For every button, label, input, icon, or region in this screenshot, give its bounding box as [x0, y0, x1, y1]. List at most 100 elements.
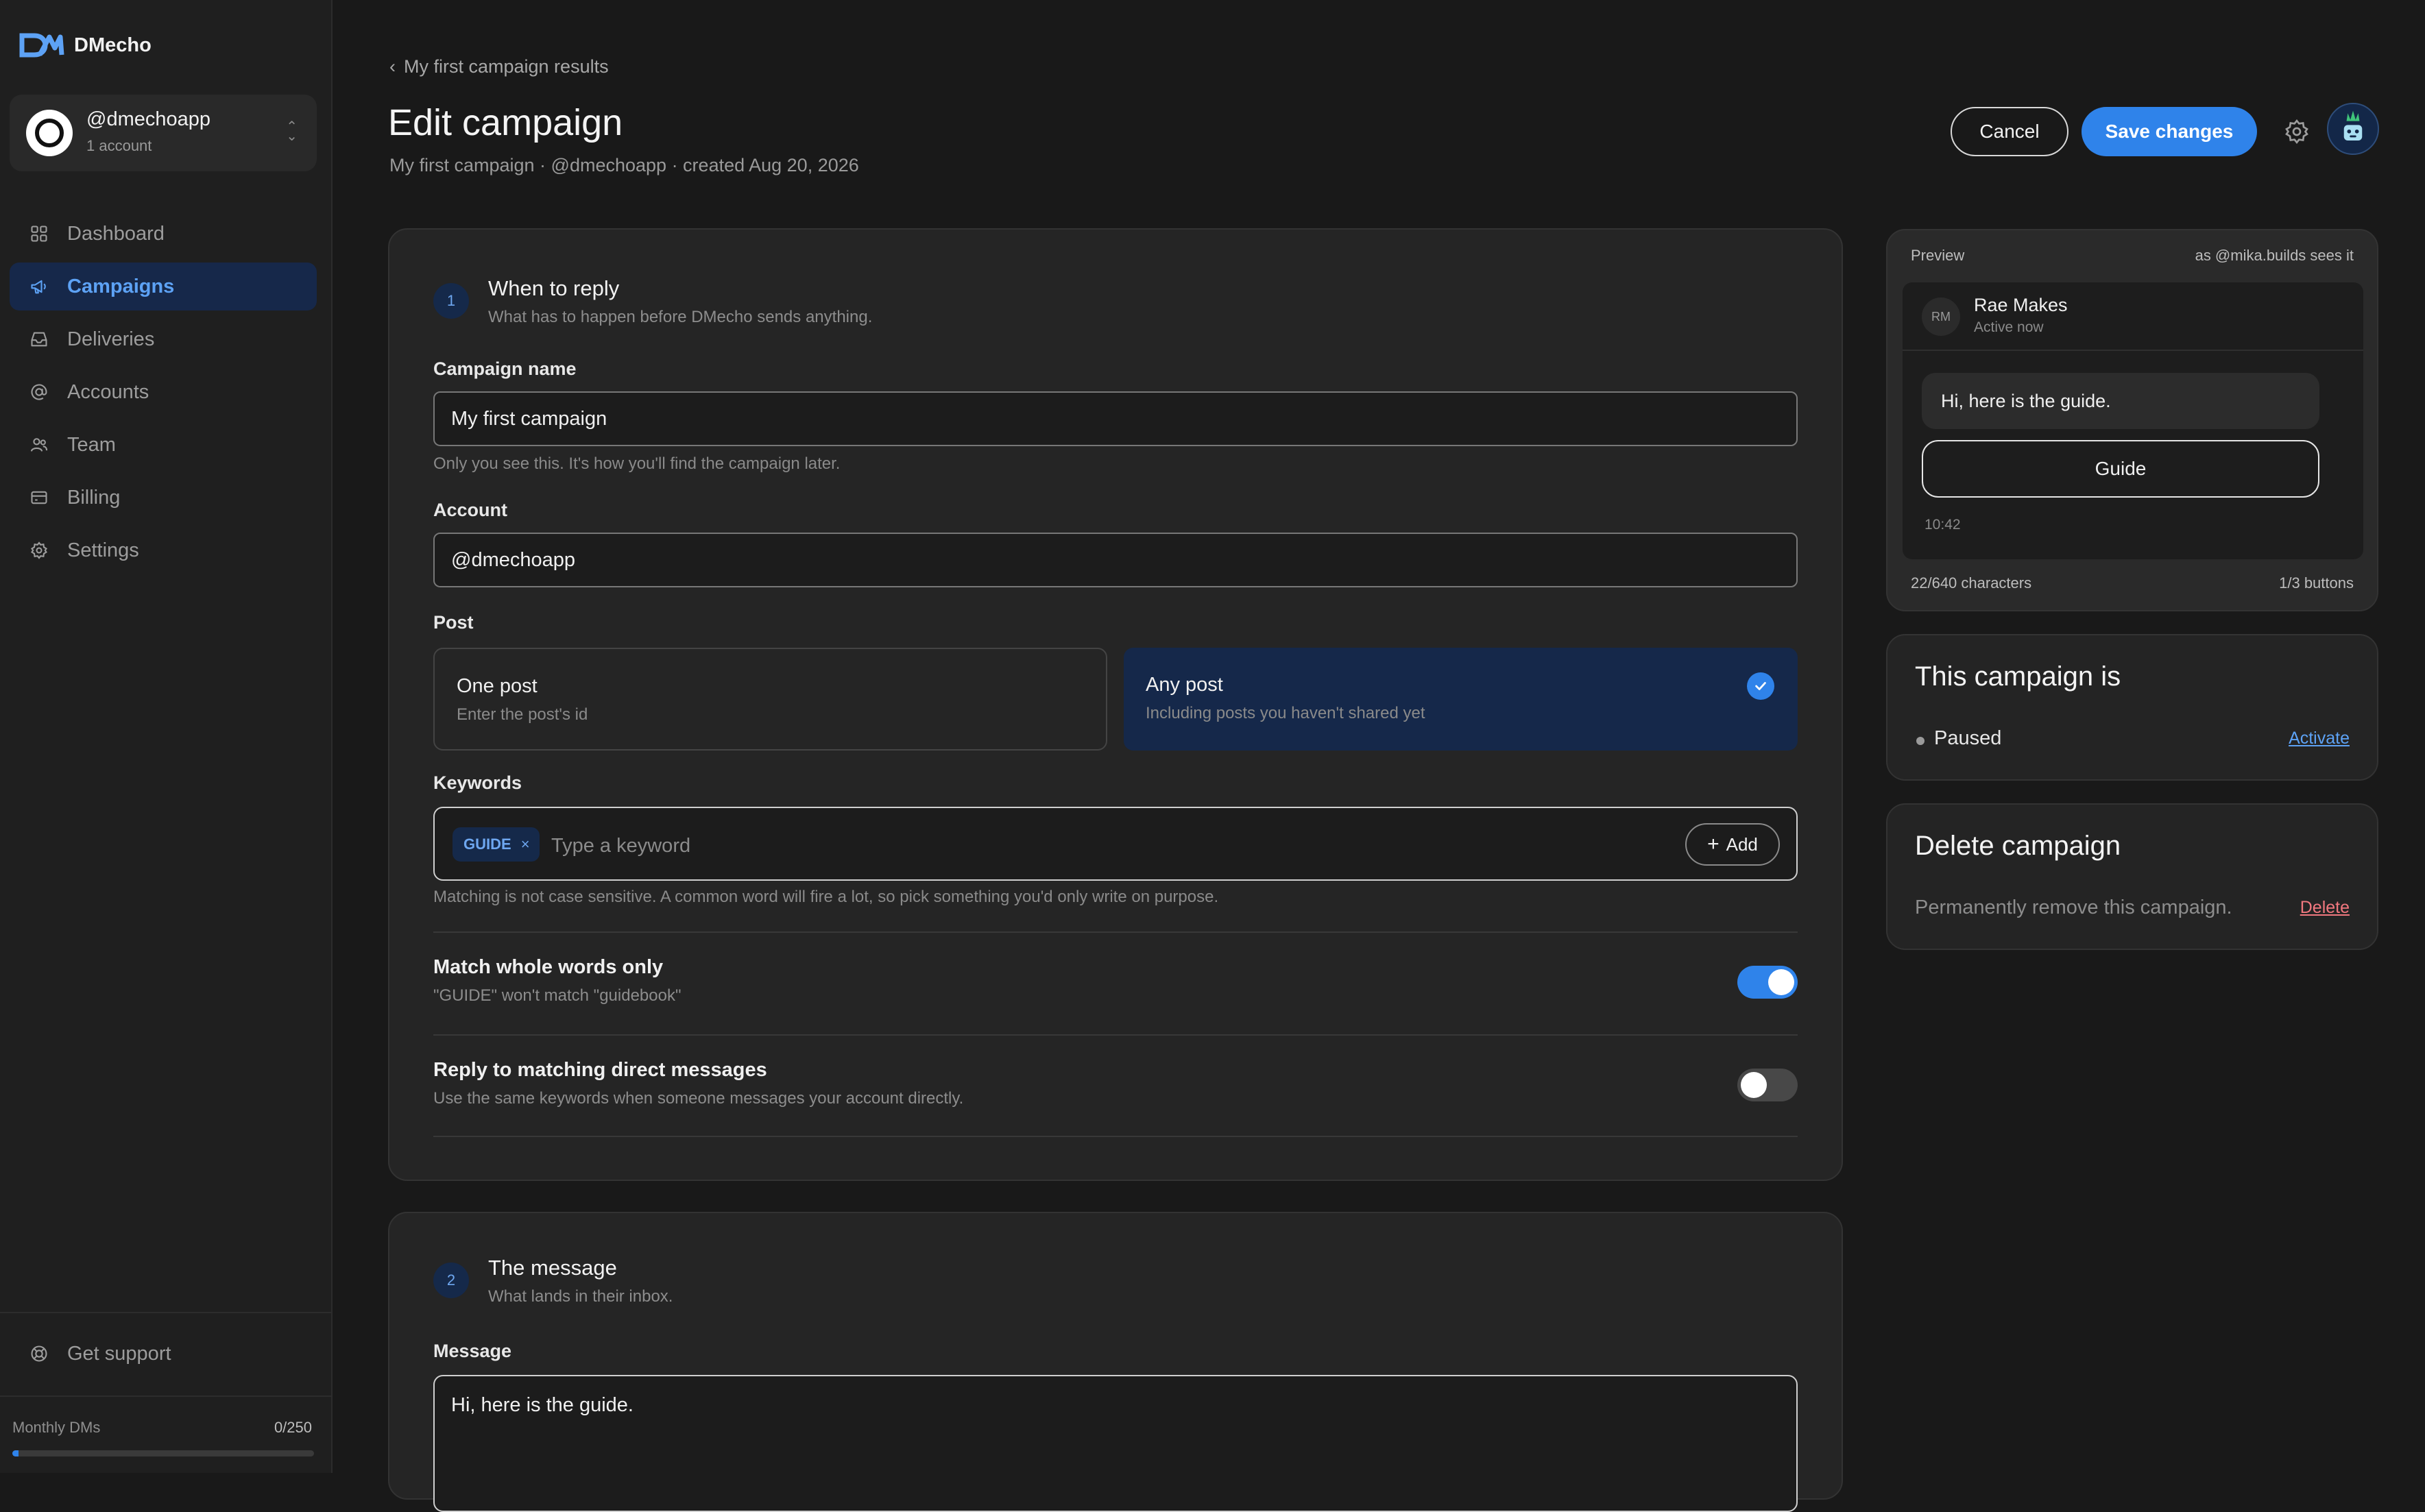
- step-number-badge: 2: [433, 1263, 469, 1298]
- activate-link[interactable]: Activate: [2289, 729, 2350, 748]
- account-label: Account: [433, 500, 507, 520]
- campaign-name-help: Only you see this. It's how you'll find …: [433, 454, 841, 473]
- preview-conversation: RM Rae Makes Active now Hi, here is the …: [1903, 282, 2363, 559]
- brand[interactable]: DMecho: [19, 32, 152, 59]
- step-title: The message: [488, 1256, 617, 1280]
- step-title: When to reply: [488, 276, 620, 300]
- campaign-name-input[interactable]: My first campaign: [433, 391, 1798, 446]
- toggle-knob: [1768, 969, 1794, 995]
- page-title: Edit campaign: [388, 102, 623, 143]
- delete-card-description: Permanently remove this campaign.: [1915, 897, 2232, 918]
- status-card-title: This campaign is: [1915, 661, 2121, 692]
- account-handle: @dmechoapp: [86, 108, 210, 130]
- contact-name: Rae Makes: [1974, 295, 2068, 315]
- message-label: Message: [433, 1341, 512, 1361]
- step-number-badge: 1: [433, 283, 469, 319]
- sidebar-item-label: Dashboard: [67, 222, 165, 245]
- breadcrumb[interactable]: ‹ My first campaign results: [389, 56, 609, 77]
- plus-icon: +: [1707, 833, 1720, 855]
- users-icon: [29, 435, 49, 455]
- status-badge: Paused: [1934, 727, 2002, 749]
- megaphone-icon: [29, 276, 49, 297]
- add-keyword-label: Add: [1726, 833, 1758, 855]
- keywords-field[interactable]: GUIDE × + Add: [433, 807, 1798, 881]
- add-keyword-button[interactable]: + Add: [1685, 823, 1780, 866]
- post-option-any-post[interactable]: Any post Including posts you haven't sha…: [1124, 648, 1798, 751]
- delete-campaign-card: Delete campaign Permanently remove this …: [1886, 803, 2378, 950]
- sidebar-divider: [0, 1312, 333, 1313]
- message-textarea[interactable]: Hi, here is the guide.: [433, 1375, 1798, 1512]
- reply-direct-messages-toggle[interactable]: [1737, 1069, 1798, 1101]
- keywords-help: Matching is not case sensitive. A common…: [433, 888, 1219, 906]
- grid-icon: [29, 223, 49, 244]
- reply-direct-messages-subtitle: Use the same keywords when someone messa…: [433, 1089, 964, 1108]
- match-whole-words-toggle[interactable]: [1737, 966, 1798, 999]
- campaign-name-label: Campaign name: [433, 358, 577, 379]
- delete-link[interactable]: Delete: [2300, 898, 2350, 918]
- post-option-subtitle: Including posts you haven't shared yet: [1146, 704, 1425, 722]
- cancel-button[interactable]: Cancel: [1951, 107, 2068, 156]
- sidebar-divider: [0, 1395, 333, 1397]
- robot-avatar-icon: [2343, 110, 2363, 141]
- sidebar-item-billing[interactable]: Billing: [10, 474, 317, 522]
- button-count: 1/3 buttons: [2279, 574, 2354, 592]
- usage-progress-fill: [12, 1450, 19, 1456]
- sidebar-item-label: Campaigns: [67, 275, 175, 297]
- sidebar-item-support[interactable]: Get support: [10, 1330, 317, 1378]
- check-circle-icon: [1747, 672, 1774, 700]
- post-option-subtitle: Enter the post's id: [457, 705, 588, 724]
- divider: [433, 931, 1798, 933]
- campaign-status-card: This campaign is Paused Activate: [1886, 634, 2378, 781]
- account-count: 1 account: [86, 137, 152, 154]
- status-dot: [1916, 737, 1925, 745]
- post-option-title: Any post: [1146, 674, 1223, 696]
- close-icon[interactable]: ×: [521, 836, 530, 853]
- sidebar-item-dashboard[interactable]: Dashboard: [10, 210, 317, 258]
- match-whole-words-title: Match whole words only: [433, 956, 664, 978]
- preview-label: Preview: [1911, 247, 1965, 264]
- sidebar-nav: Dashboard Campaigns Deliveries Accounts …: [10, 210, 317, 579]
- lifebuoy-icon: [29, 1343, 49, 1364]
- dmecho-logo-icon: [19, 33, 64, 58]
- save-changes-button[interactable]: Save changes: [2082, 107, 2257, 156]
- account-select[interactable]: @dmechoapp: [433, 533, 1798, 587]
- usage-progress-bar: [12, 1450, 314, 1456]
- usage-label: Monthly DMs: [12, 1419, 101, 1436]
- post-option-one-post[interactable]: One post Enter the post's id: [433, 648, 1107, 751]
- keyword-chip-text: GUIDE: [463, 836, 511, 853]
- sidebar-item-deliveries[interactable]: Deliveries: [10, 315, 317, 363]
- sidebar-item-label: Settings: [67, 539, 139, 561]
- gear-icon[interactable]: [2283, 118, 2311, 145]
- step-subtitle: What lands in their inbox.: [488, 1287, 673, 1306]
- keyword-input[interactable]: [550, 829, 1581, 863]
- post-option-title: One post: [457, 675, 538, 697]
- message-time: 10:42: [1925, 517, 1961, 533]
- reply-direct-messages-title: Reply to matching direct messages: [433, 1059, 767, 1081]
- user-avatar[interactable]: [2327, 103, 2379, 155]
- sidebar-item-campaigns[interactable]: Campaigns: [10, 263, 317, 310]
- contact-avatar: RM: [1922, 297, 1960, 336]
- contact-status: Active now: [1974, 319, 2044, 335]
- step-when-to-reply-card: 1 When to reply What has to happen befor…: [388, 228, 1843, 1181]
- breadcrumb-label: My first campaign results: [404, 56, 609, 77]
- message-preview: Preview as @mika.builds sees it RM Rae M…: [1886, 229, 2378, 611]
- divider: [433, 1034, 1798, 1036]
- account-switcher[interactable]: @dmechoapp 1 account ⌃ ⌄: [10, 95, 317, 171]
- keyword-chip[interactable]: GUIDE ×: [453, 827, 540, 862]
- message-bubble: Hi, here is the guide.: [1922, 373, 2319, 429]
- conversation-header: RM Rae Makes Active now: [1903, 282, 2363, 351]
- credit-card-icon: [29, 487, 49, 508]
- sidebar-item-team[interactable]: Team: [10, 421, 317, 469]
- sidebar: DMecho @dmechoapp 1 account ⌃ ⌄ Dashboard…: [0, 0, 333, 1473]
- sidebar-item-settings[interactable]: Settings: [10, 526, 317, 574]
- toggle-knob: [1741, 1072, 1767, 1098]
- sidebar-item-accounts[interactable]: Accounts: [10, 368, 317, 416]
- step-subtitle: What has to happen before DMecho sends a…: [488, 308, 873, 326]
- brand-name: DMecho: [74, 34, 152, 56]
- character-count: 22/640 characters: [1911, 574, 2032, 592]
- chevron-up-down-icon: ⌃ ⌄: [286, 119, 298, 144]
- preview-guide-button: Guide: [1922, 440, 2319, 498]
- post-label: Post: [433, 612, 474, 633]
- step-the-message-card: 2 The message What lands in their inbox.…: [388, 1212, 1843, 1512]
- page-subtitle: My first campaign · @dmechoapp · created…: [389, 155, 859, 175]
